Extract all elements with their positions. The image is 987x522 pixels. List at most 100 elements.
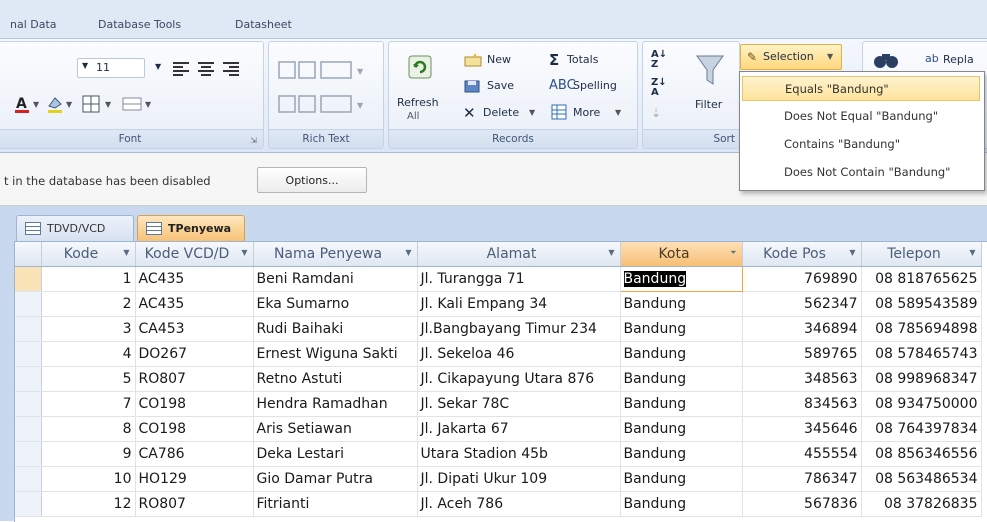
- record-selector[interactable]: [15, 366, 42, 392]
- column-dropdown-icon[interactable]: ▼: [969, 248, 975, 257]
- record-selector[interactable]: [15, 416, 42, 442]
- align-center-icon[interactable]: [196, 60, 216, 76]
- table-cell[interactable]: 589765: [742, 341, 862, 367]
- table-cell[interactable]: 08 785694898: [861, 316, 982, 342]
- column-header-kode-vcd-d[interactable]: Kode VCD/D ▼: [135, 242, 254, 267]
- tab-database-tools[interactable]: Database Tools: [88, 14, 191, 36]
- alternate-row-color-icon[interactable]: ▼: [121, 94, 157, 114]
- table-cell[interactable]: AC435: [135, 291, 254, 317]
- clear-sort-icon[interactable]: ⇣: [651, 106, 661, 120]
- font-size-dropdown[interactable]: 11 ▼: [77, 58, 145, 78]
- table-cell[interactable]: 08 934750000: [861, 391, 982, 417]
- table-cell[interactable]: Gio Damar Putra: [253, 466, 418, 492]
- table-cell[interactable]: 567836: [742, 491, 862, 517]
- record-selector[interactable]: [15, 441, 42, 467]
- table-cell[interactable]: Jl. Cikapayung Utara 876: [417, 366, 621, 392]
- table-cell[interactable]: 834563: [742, 391, 862, 417]
- table-cell[interactable]: Fitrianti: [253, 491, 418, 517]
- table-cell[interactable]: Bandung: [620, 366, 743, 392]
- table-cell[interactable]: 7: [41, 391, 136, 417]
- table-cell[interactable]: Bandung: [620, 466, 743, 492]
- table-cell[interactable]: 5: [41, 366, 136, 392]
- table-cell[interactable]: 12: [41, 491, 136, 517]
- column-dropdown-icon[interactable]: ▼: [608, 248, 614, 257]
- table-cell[interactable]: 08 998968347: [861, 366, 982, 392]
- table-cell[interactable]: Bandung: [620, 491, 743, 517]
- gridlines-icon[interactable]: ▼: [81, 94, 117, 114]
- table-cell[interactable]: 346894: [742, 316, 862, 342]
- list-format-icons[interactable]: ▼: [277, 94, 377, 114]
- column-dropdown-icon[interactable]: ▼: [849, 248, 855, 257]
- table-cell[interactable]: 348563: [742, 366, 862, 392]
- table-cell[interactable]: Jl. Turangga 71: [417, 266, 621, 292]
- table-cell[interactable]: 786347: [742, 466, 862, 492]
- table-cell[interactable]: Jl. Kali Empang 34: [417, 291, 621, 317]
- align-left-icon[interactable]: [171, 60, 191, 76]
- table-cell[interactable]: 08 563486534: [861, 466, 982, 492]
- table-cell[interactable]: 4: [41, 341, 136, 367]
- table-cell[interactable]: Jl. Aceh 786: [417, 491, 621, 517]
- table-cell[interactable]: Jl. Jakarta 67: [417, 416, 621, 442]
- more-dropdown-icon[interactable]: ▼: [615, 108, 621, 117]
- table-cell[interactable]: 2: [41, 291, 136, 317]
- table-cell[interactable]: 08 589543589: [861, 291, 982, 317]
- table-cell[interactable]: Jl.Bangbayang Timur 234: [417, 316, 621, 342]
- table-cell[interactable]: Eka Sumarno: [253, 291, 418, 317]
- table-cell[interactable]: 8: [41, 416, 136, 442]
- table-cell[interactable]: Beni Ramdani: [253, 266, 418, 292]
- tab-external-data[interactable]: nal Data: [0, 14, 67, 36]
- table-cell[interactable]: 08 764397834: [861, 416, 982, 442]
- indent-icons[interactable]: ▼: [277, 60, 377, 80]
- table-cell[interactable]: CO198: [135, 416, 254, 442]
- options-button[interactable]: Options...: [257, 167, 367, 193]
- menu-item-does-not-equal[interactable]: Does Not Equal "Bandung": [742, 104, 980, 129]
- table-cell[interactable]: CO198: [135, 391, 254, 417]
- table-cell[interactable]: 455554: [742, 441, 862, 467]
- column-header-kota[interactable]: Kota ⏷: [620, 242, 743, 267]
- tab-tdvd-vcd[interactable]: TDVD/VCD: [16, 215, 134, 241]
- save-button[interactable]: Save: [487, 79, 514, 92]
- table-cell[interactable]: Ernest Wiguna Sakti: [253, 341, 418, 367]
- tab-tpenyewa[interactable]: TPenyewa: [137, 215, 245, 241]
- dialog-launcher-icon[interactable]: ⇲: [250, 136, 257, 145]
- table-cell[interactable]: Aris Setiawan: [253, 416, 418, 442]
- table-cell[interactable]: Jl. Sekar 78C: [417, 391, 621, 417]
- table-cell[interactable]: Bandung: [620, 416, 743, 442]
- sort-descending-icon[interactable]: Z↓ A: [651, 78, 667, 98]
- fill-color-icon[interactable]: ▼: [45, 94, 77, 114]
- align-right-icon[interactable]: [221, 60, 241, 76]
- table-cell[interactable]: Jl. Sekeloa 46: [417, 341, 621, 367]
- table-cell[interactable]: Deka Lestari: [253, 441, 418, 467]
- record-selector[interactable]: [15, 491, 42, 517]
- menu-item-contains[interactable]: Contains "Bandung": [742, 132, 980, 157]
- record-selector[interactable]: [15, 391, 42, 417]
- record-selector[interactable]: [15, 316, 42, 342]
- table-cell[interactable]: Rudi Baihaki: [253, 316, 418, 342]
- menu-item-equals[interactable]: Equals "Bandung": [742, 76, 980, 101]
- table-cell[interactable]: 08 818765625: [861, 266, 982, 292]
- table-cell[interactable]: Bandung: [620, 341, 743, 367]
- column-header-telepon[interactable]: Telepon ▼: [861, 242, 982, 267]
- table-cell[interactable]: 3: [41, 316, 136, 342]
- record-selector[interactable]: [15, 466, 42, 492]
- table-cell[interactable]: 769890: [742, 266, 862, 292]
- sort-ascending-icon[interactable]: A↓ Z: [651, 50, 667, 70]
- table-cell[interactable]: Bandung: [620, 391, 743, 417]
- table-cell[interactable]: CA453: [135, 316, 254, 342]
- column-dropdown-icon[interactable]: ▼: [123, 248, 129, 257]
- table-cell[interactable]: 562347: [742, 291, 862, 317]
- record-selector[interactable]: [15, 291, 42, 317]
- delete-dropdown-icon[interactable]: ▼: [529, 108, 535, 117]
- table-cell[interactable]: Retno Astuti: [253, 366, 418, 392]
- table-cell[interactable]: DO267: [135, 341, 254, 367]
- delete-button[interactable]: Delete: [483, 106, 519, 119]
- find-binoculars-icon[interactable]: [873, 50, 899, 70]
- refresh-all-label[interactable]: Refresh: [397, 96, 439, 109]
- new-button[interactable]: New: [487, 53, 511, 66]
- tab-datasheet[interactable]: Datasheet: [225, 14, 302, 36]
- column-header-nama-penyewa[interactable]: Nama Penyewa ▼: [253, 242, 418, 267]
- record-selector[interactable]: [15, 266, 42, 292]
- filter-applied-icon[interactable]: ⏷: [730, 248, 736, 258]
- refresh-icon[interactable]: [407, 54, 433, 80]
- column-header-kode-pos[interactable]: Kode Pos ▼: [742, 242, 862, 267]
